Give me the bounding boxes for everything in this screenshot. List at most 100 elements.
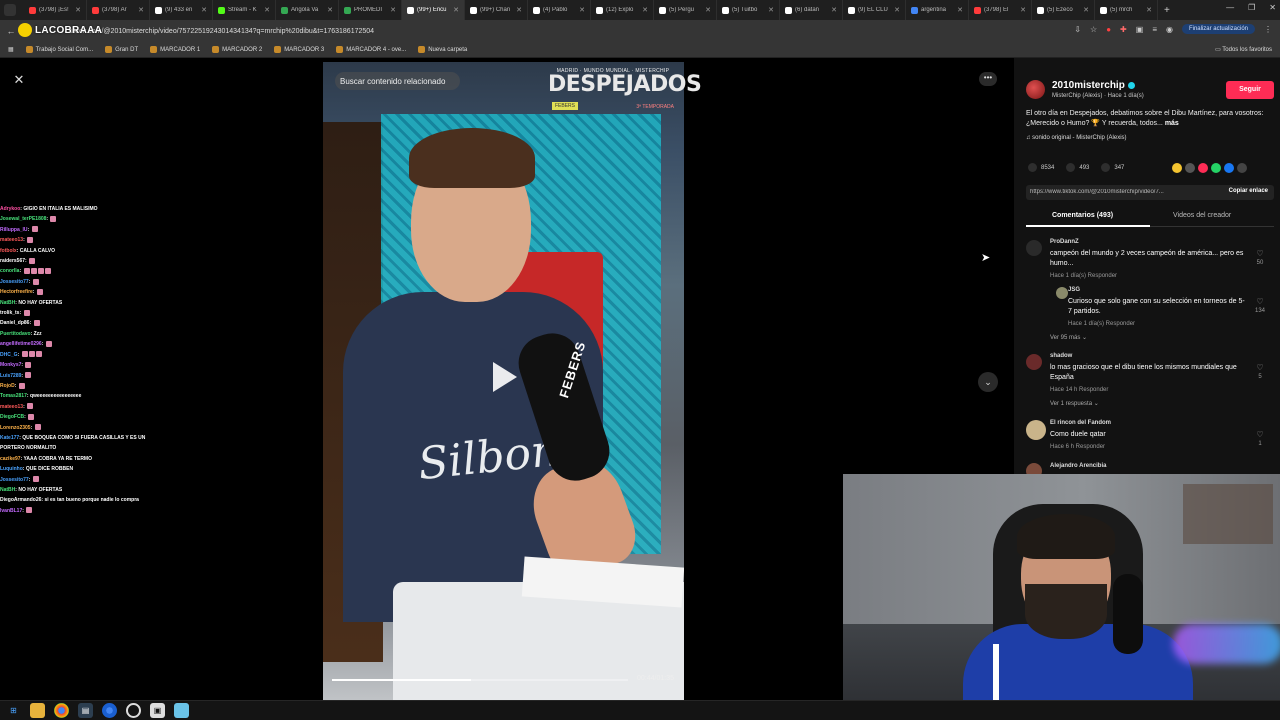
extension-red-icon[interactable]: ●: [1106, 25, 1111, 34]
tab-close-icon[interactable]: ✕: [642, 6, 648, 14]
browser-tab[interactable]: (5) mrch ✕: [1095, 0, 1158, 20]
tab-close-icon[interactable]: ✕: [894, 6, 900, 14]
browser-tab[interactable]: Stream - K ✕: [213, 0, 276, 20]
chat-username[interactable]: Kate177: [0, 435, 19, 441]
browser-tab[interactable]: (5) Ezeco ✕: [1032, 0, 1095, 20]
chat-username[interactable]: Adrykoo: [0, 206, 20, 212]
browser-tab[interactable]: (3798) ¡Es! ✕: [24, 0, 87, 20]
chat-username[interactable]: raiders567: [0, 258, 25, 264]
chat-username[interactable]: Luis7289: [0, 373, 21, 379]
new-tab-icon[interactable]: +: [1158, 5, 1176, 16]
tab-close-icon[interactable]: ✕: [390, 6, 396, 14]
comment-user[interactable]: El rincon del Fandom: [1050, 420, 1111, 426]
bookmark-item[interactable]: MARCADOR 3: [274, 46, 324, 53]
install-icon[interactable]: ⇩: [1074, 25, 1081, 34]
chrome-icon[interactable]: [54, 703, 69, 718]
chat-username[interactable]: Hectorfreefire: [0, 289, 33, 295]
browser-tab[interactable]: Angola Va ✕: [276, 0, 339, 20]
minimize-icon[interactable]: —: [1226, 3, 1234, 12]
chat-username[interactable]: mateeo13: [0, 404, 23, 410]
apps-icon[interactable]: ▦: [8, 46, 14, 53]
reply-meta[interactable]: Hace 1 día(s) Responder: [1068, 321, 1135, 327]
bookmark-item[interactable]: Nueva carpeta: [418, 46, 467, 53]
description-more-link[interactable]: más: [1165, 120, 1179, 127]
author-name[interactable]: 2010misterchip: [1052, 80, 1135, 91]
chat-username[interactable]: mateeo13: [0, 237, 23, 243]
view-replies[interactable]: Ver 1 respuesta ⌄: [1050, 400, 1099, 407]
browser-tab[interactable]: (99+) Chan ✕: [465, 0, 528, 20]
tab-close-icon[interactable]: ✕: [264, 6, 270, 14]
chat-username[interactable]: DiegoFCB: [0, 414, 24, 420]
chat-username[interactable]: Monkys7: [0, 362, 21, 368]
comment-avatar[interactable]: [1026, 420, 1046, 440]
like-stat[interactable]: 8534: [1028, 163, 1054, 172]
tab-close-icon[interactable]: ✕: [705, 6, 711, 14]
chat-username[interactable]: Tomas2817: [0, 393, 27, 399]
comment-heart-icon[interactable]: ♡: [1254, 430, 1266, 439]
bookmark-item[interactable]: Trabajo Social Com...: [25, 46, 93, 53]
chat-username[interactable]: Jossesito77: [0, 279, 29, 285]
play-icon[interactable]: [493, 362, 517, 392]
author-avatar[interactable]: [1026, 80, 1045, 99]
bookmark-item[interactable]: MARCADOR 4 - ove...: [336, 46, 406, 53]
comment-user[interactable]: Alejandro Arencibia: [1050, 463, 1106, 469]
media-icon[interactable]: ≡: [1152, 25, 1157, 34]
chat-username[interactable]: Jossesito77: [0, 477, 29, 483]
tab-close-icon[interactable]: ✕: [1083, 6, 1089, 14]
comment-user[interactable]: ProDannZ: [1050, 239, 1079, 245]
comment-heart-icon[interactable]: ♡: [1254, 249, 1266, 258]
chat-username[interactable]: Lorenzo2305: [0, 425, 31, 431]
chat-username[interactable]: RojoD: [0, 383, 15, 389]
follow-button[interactable]: Seguir: [1226, 81, 1274, 99]
tab-close-icon[interactable]: ✕: [138, 6, 144, 14]
browser-tab[interactable]: (9) EL CLU ✕: [843, 0, 906, 20]
windows-start-icon[interactable]: ⊞: [6, 703, 21, 718]
reply-user[interactable]: JSG: [1068, 287, 1080, 293]
share-icon[interactable]: [1224, 163, 1234, 173]
comment-user[interactable]: shadow: [1050, 353, 1072, 359]
chat-username[interactable]: Daniel_dp86: [0, 320, 29, 326]
chat-username[interactable]: fotbolx: [0, 248, 17, 254]
reply-heart-icon[interactable]: ♡: [1254, 297, 1266, 306]
browser-tab[interactable]: (4) Pablo ✕: [528, 0, 591, 20]
steam-icon[interactable]: ▣: [150, 703, 165, 718]
share-icon[interactable]: [1172, 163, 1182, 173]
share-icon[interactable]: [1198, 163, 1208, 173]
chat-username[interactable]: cazike97: [0, 456, 21, 462]
tab-close-icon[interactable]: ✕: [453, 6, 459, 14]
tab-close-icon[interactable]: ✕: [768, 6, 774, 14]
reply-avatar[interactable]: [1056, 287, 1068, 299]
url-field[interactable]: tiktok.com/@2010misterchip/video/7572251…: [70, 28, 374, 35]
chat-username[interactable]: Rilluppa_lU: [0, 227, 28, 233]
tab-close-icon[interactable]: ✕: [516, 6, 522, 14]
chat-username[interactable]: Puertitodavo: [0, 331, 31, 337]
comment-avatar[interactable]: [1026, 354, 1042, 370]
update-button[interactable]: Finalizar actualización: [1181, 24, 1255, 34]
tab-comments[interactable]: Comentarios (493): [1052, 212, 1113, 219]
tab-close-icon[interactable]: ✕: [1146, 6, 1152, 14]
browser-tab[interactable]: (3798) Ar ✕: [87, 0, 150, 20]
search-related-button[interactable]: Buscar contenido relacionado: [335, 72, 460, 90]
chat-username[interactable]: trolik_ts: [0, 310, 19, 316]
bookmark-item[interactable]: MARCADOR 1: [150, 46, 200, 53]
browser-tab[interactable]: (12) Explo ✕: [591, 0, 654, 20]
next-video-icon[interactable]: ⌄: [978, 372, 998, 392]
tab-close-icon[interactable]: ✕: [1020, 6, 1026, 14]
chat-username[interactable]: NatBH: [0, 487, 15, 493]
obs-icon[interactable]: [126, 703, 141, 718]
all-favorites[interactable]: ▭ Todos los favoritos: [1215, 46, 1272, 53]
tab-close-icon[interactable]: ✕: [201, 6, 207, 14]
comment-heart-icon[interactable]: ♡: [1254, 363, 1266, 372]
comment-stat[interactable]: 493: [1066, 163, 1089, 172]
share-icon[interactable]: [1211, 163, 1221, 173]
browser-tab[interactable]: (5) Pergu ✕: [654, 0, 717, 20]
chat-username[interactable]: Luquinho: [0, 466, 23, 472]
video-link[interactable]: https://www.tiktok.com/@2010misterchip/v…: [1030, 189, 1210, 195]
tab-close-icon[interactable]: ✕: [75, 6, 81, 14]
chat-username[interactable]: IvanBL17: [0, 508, 22, 514]
chrome-profile-icon[interactable]: [102, 703, 117, 718]
share-icon[interactable]: [1185, 163, 1195, 173]
extensions-puzzle-icon[interactable]: ▣: [1136, 25, 1144, 34]
chat-username[interactable]: Josewal_terPE1808: [0, 216, 46, 222]
save-stat[interactable]: 347: [1101, 163, 1124, 172]
